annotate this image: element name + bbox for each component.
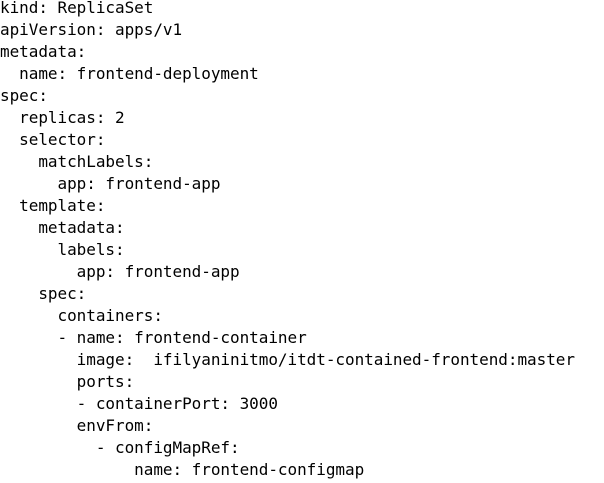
code-line: - configMapRef:	[0, 438, 240, 457]
code-line: apiVersion: apps/v1	[0, 20, 183, 39]
code-line: replicas: 2	[0, 108, 125, 127]
code-line: containers:	[0, 306, 163, 325]
code-line: spec:	[0, 284, 87, 303]
code-line: metadata:	[0, 218, 125, 237]
code-line: ports:	[0, 372, 135, 391]
code-line: template:	[0, 196, 106, 215]
code-line: labels:	[0, 240, 125, 259]
code-line: matchLabels:	[0, 152, 154, 171]
code-line: - containerPort: 3000	[0, 394, 278, 413]
code-line: spec:	[0, 86, 48, 105]
code-line: selector:	[0, 130, 106, 149]
code-line: metadata:	[0, 42, 87, 61]
code-line: app: frontend-app	[0, 262, 240, 281]
code-line: - name: frontend-container	[0, 328, 307, 347]
code-line: name: frontend-deployment	[0, 64, 259, 83]
code-line: image: ifilyaninitmo/itdt-contained-fron…	[0, 350, 575, 369]
code-line: kind: ReplicaSet	[0, 0, 154, 17]
code-line: app: frontend-app	[0, 174, 221, 193]
code-line: name: frontend-configmap	[0, 460, 365, 479]
yaml-code-view: kind: ReplicaSet apiVersion: apps/v1 met…	[0, 0, 604, 483]
code-line: envFrom:	[0, 416, 154, 435]
